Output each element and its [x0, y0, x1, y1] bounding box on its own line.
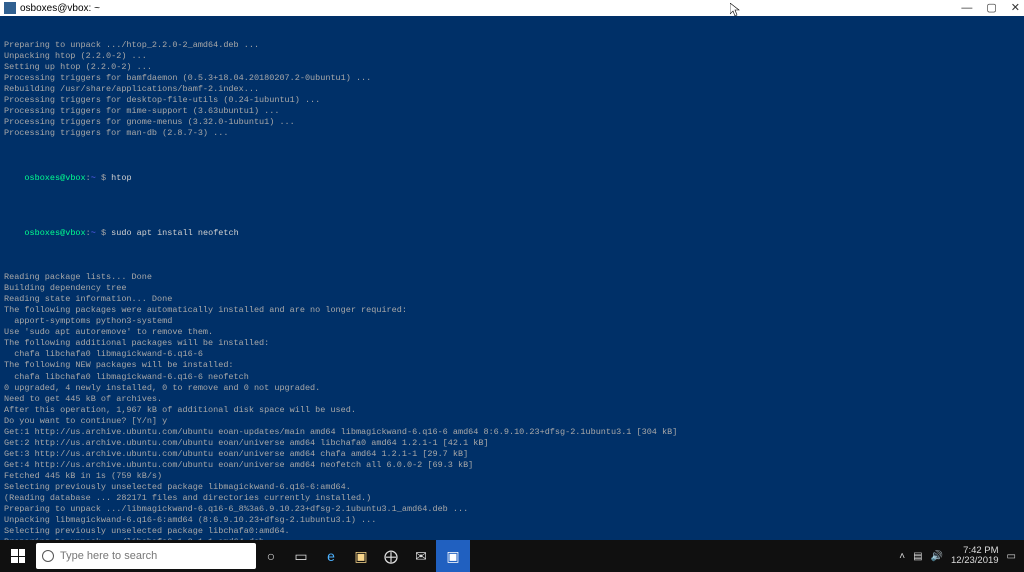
windows-logo-icon [11, 549, 25, 563]
terminal-output-line: Need to get 445 kB of archives. [4, 394, 1020, 405]
terminal-output-line: Selecting previously unselected package … [4, 482, 1020, 493]
terminal-output-line: Processing triggers for bamfdaemon (0.5.… [4, 73, 1020, 84]
terminal-viewport[interactable]: Preparing to unpack .../htop_2.2.0-2_amd… [0, 16, 1024, 540]
minimize-button[interactable]: — [961, 1, 972, 15]
terminal-output-line: Preparing to unpack .../libmagickwand-6.… [4, 504, 1020, 515]
taskbar-clock[interactable]: 7:42 PM 12/23/2019 [951, 546, 999, 567]
terminal-output-line: Get:2 http://us.archive.ubuntu.com/ubunt… [4, 438, 1020, 449]
terminal-output-line: Processing triggers for desktop-file-uti… [4, 95, 1020, 106]
task-view-icon[interactable]: ▭ [286, 540, 316, 572]
terminal-output-line: Get:3 http://us.archive.ubuntu.com/ubunt… [4, 449, 1020, 460]
close-button[interactable]: ✕ [1011, 1, 1020, 15]
windows-taskbar: Type here to search ○ ▭ e ▣ ⨁ ✉ ▣ ˄ ▤ 🔊 … [0, 540, 1024, 572]
search-icon [42, 550, 54, 562]
terminal-output-line: Setting up htop (2.2.0-2) ... [4, 62, 1020, 73]
terminal-output-line: The following NEW packages will be insta… [4, 360, 1020, 371]
tray-chevron-icon[interactable]: ˄ [899, 550, 905, 563]
network-icon[interactable]: ▤ [913, 550, 922, 563]
file-explorer-icon[interactable]: ▣ [346, 540, 376, 572]
store-icon[interactable]: ⨁ [376, 540, 406, 572]
prompt-user: osboxes@vbox [24, 173, 85, 183]
terminal-output-line: Selecting previously unselected package … [4, 526, 1020, 537]
terminal-output-line: chafa libchafa0 libmagickwand-6.q16-6 ne… [4, 372, 1020, 383]
terminal-output-line: Building dependency tree [4, 283, 1020, 294]
app-icon [4, 2, 16, 14]
terminal-output-line: Processing triggers for mime-support (3.… [4, 106, 1020, 117]
terminal-output-line: Preparing to unpack .../htop_2.2.0-2_amd… [4, 40, 1020, 51]
cortana-icon[interactable]: ○ [256, 540, 286, 572]
terminal-output-line: Rebuilding /usr/share/applications/bamf-… [4, 84, 1020, 95]
notifications-icon[interactable]: ▭ [1007, 550, 1016, 563]
terminal-output-line: Processing triggers for man-db (2.8.7-3)… [4, 128, 1020, 139]
system-tray[interactable]: ˄ ▤ 🔊 7:42 PM 12/23/2019 ▭ [899, 546, 1024, 567]
window-title: osboxes@vbox: ~ [20, 2, 961, 15]
edge-icon[interactable]: e [316, 540, 346, 572]
mail-icon[interactable]: ✉ [406, 540, 436, 572]
volume-icon[interactable]: 🔊 [931, 550, 943, 563]
terminal-output-line: (Reading database ... 282171 files and d… [4, 493, 1020, 504]
terminal-output-line: chafa libchafa0 libmagickwand-6.q16-6 [4, 349, 1020, 360]
terminal-output-line: Unpacking libmagickwand-6.q16-6:amd64 (8… [4, 515, 1020, 526]
terminal-output-line: Reading state information... Done [4, 294, 1020, 305]
terminal-output-line: Reading package lists... Done [4, 272, 1020, 283]
terminal-output-line: After this operation, 1,967 kB of additi… [4, 405, 1020, 416]
command-install-neofetch: sudo apt install neofetch [111, 228, 239, 238]
start-button[interactable] [0, 540, 36, 572]
maximize-button[interactable]: ▢ [986, 1, 996, 15]
terminal-output-line: Do you want to continue? [Y/n] y [4, 416, 1020, 427]
terminal-output-line: Unpacking htop (2.2.0-2) ... [4, 51, 1020, 62]
taskbar-search[interactable]: Type here to search [36, 543, 256, 569]
window-titlebar: osboxes@vbox: ~ — ▢ ✕ [0, 0, 1024, 16]
terminal-output-line: Get:4 http://us.archive.ubuntu.com/ubunt… [4, 460, 1020, 471]
terminal-output-line: The following packages were automaticall… [4, 305, 1020, 316]
terminal-output-line: Fetched 445 kB in 1s (759 kB/s) [4, 471, 1020, 482]
terminal-output-line: 0 upgraded, 4 newly installed, 0 to remo… [4, 383, 1020, 394]
terminal-output-line: Get:1 http://us.archive.ubuntu.com/ubunt… [4, 427, 1020, 438]
terminal-taskbar-icon[interactable]: ▣ [436, 540, 470, 572]
terminal-output-line: Processing triggers for gnome-menus (3.3… [4, 117, 1020, 128]
terminal-output-line: The following additional packages will b… [4, 338, 1020, 349]
terminal-output-line: Use 'sudo apt autoremove' to remove them… [4, 327, 1020, 338]
command-htop: htop [111, 173, 131, 183]
terminal-output-line: apport-symptoms python3-systemd [4, 316, 1020, 327]
